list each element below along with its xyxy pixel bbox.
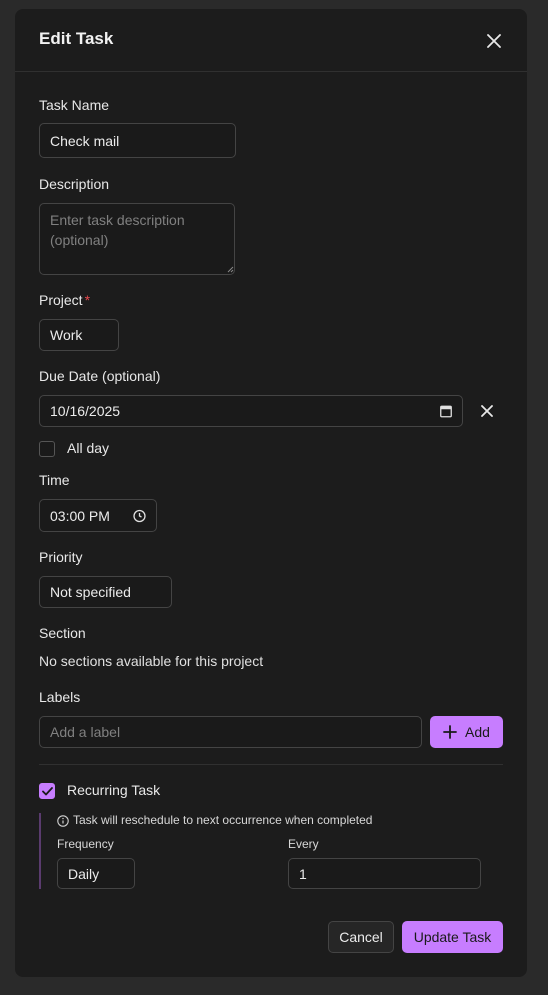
project-label-text: Project <box>39 292 83 308</box>
modal-title: Edit Task <box>39 29 114 48</box>
frequency-label: Frequency <box>57 837 114 851</box>
due-date-value: 10/16/2025 <box>50 403 121 419</box>
task-name-input[interactable]: Check mail <box>39 123 236 158</box>
modal-header: Edit Task <box>15 9 527 72</box>
recurring-label: Recurring Task <box>67 782 161 798</box>
section-label: Section <box>39 625 86 641</box>
add-label-button-text: Add <box>465 724 490 740</box>
due-date-input[interactable]: 10/16/2025 <box>39 395 463 427</box>
edit-task-modal: Edit Task Task Name Check mail Descripti… <box>15 9 527 977</box>
cancel-button[interactable]: Cancel <box>328 921 394 953</box>
frequency-value: Daily <box>68 865 100 882</box>
project-label: Project * <box>39 292 90 308</box>
add-label-button[interactable]: Add <box>430 716 503 748</box>
recurring-info-text: Task will reschedule to next occurrence … <box>73 813 373 827</box>
time-input[interactable]: 03:00 PM <box>39 499 157 532</box>
due-date-label: Due Date (optional) <box>39 368 161 384</box>
resize-handle-icon[interactable] <box>227 266 234 273</box>
close-icon <box>487 34 501 48</box>
all-day-label: All day <box>67 440 110 456</box>
close-icon <box>481 405 493 417</box>
recurring-checkbox[interactable] <box>39 783 55 799</box>
check-icon <box>41 786 53 795</box>
plus-icon <box>443 725 457 739</box>
description-label: Description <box>39 176 110 192</box>
every-label: Every <box>288 837 319 851</box>
info-icon <box>57 815 69 827</box>
all-day-checkbox[interactable] <box>39 441 55 457</box>
required-marker: * <box>84 292 91 308</box>
every-value: 1 <box>299 865 307 882</box>
label-input[interactable] <box>39 716 422 748</box>
priority-label: Priority <box>39 549 83 565</box>
task-name-value: Check mail <box>50 132 120 149</box>
section-divider <box>39 764 503 765</box>
priority-select[interactable]: Not specified <box>39 576 172 608</box>
frequency-select[interactable]: Daily <box>57 858 135 889</box>
section-empty-message: No sections available for this project <box>39 653 264 669</box>
project-select[interactable]: Work <box>39 319 119 351</box>
labels-label: Labels <box>39 689 81 705</box>
update-task-button[interactable]: Update Task <box>402 921 503 953</box>
project-value: Work <box>50 327 83 343</box>
priority-value: Not specified <box>50 584 131 600</box>
calendar-icon[interactable] <box>440 405 452 418</box>
time-label: Time <box>39 472 70 488</box>
clear-due-date-button[interactable] <box>476 400 498 422</box>
close-button[interactable] <box>483 30 505 52</box>
time-value: 03:00 PM <box>50 507 110 524</box>
task-name-label: Task Name <box>39 97 110 113</box>
clock-icon[interactable] <box>133 509 146 522</box>
every-input[interactable]: 1 <box>288 858 481 889</box>
description-textarea[interactable] <box>39 203 235 275</box>
recurring-options-border <box>39 813 41 889</box>
